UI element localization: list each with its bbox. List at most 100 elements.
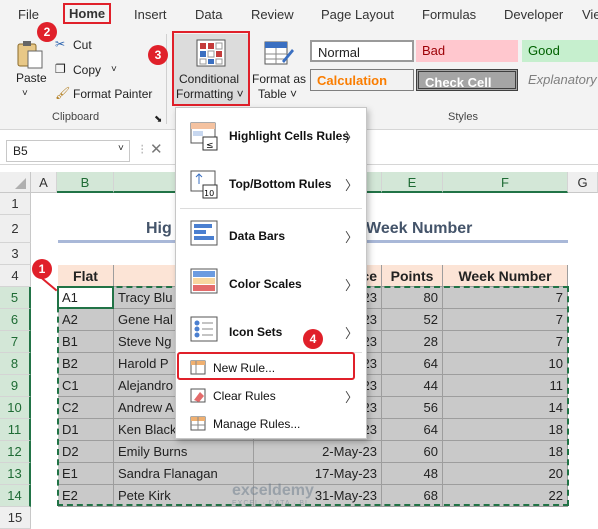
tab-review[interactable]: Review [251, 7, 294, 22]
row-header-1[interactable]: 1 [0, 193, 31, 215]
row-header-13[interactable]: 13 [0, 463, 31, 485]
cancel-icon[interactable]: ✕ [150, 140, 163, 158]
svg-text:≤: ≤ [206, 141, 214, 151]
format-painter-label: Format Painter [73, 87, 153, 101]
menu-separator [180, 208, 362, 209]
active-cell [57, 286, 114, 309]
style-normal[interactable]: Normal [310, 40, 414, 62]
sheet-title-right: Week Number [366, 220, 473, 237]
menu-topbottom-label: Top/Bottom Rules [229, 177, 332, 191]
copy-button[interactable]: ❐ Copy ˅ [55, 62, 145, 80]
chevron-right-icon: 〉 [344, 130, 358, 145]
tab-developer[interactable]: Developer [504, 7, 563, 22]
menu-item-icon-sets[interactable]: Icon Sets 〉 [176, 308, 366, 354]
row-header-14[interactable]: 14 [0, 485, 31, 507]
menu-highlight-label: Highlight Cells Rules [229, 129, 350, 143]
header-week-number[interactable]: Week Number [443, 265, 568, 287]
chevron-right-icon: 〉 [344, 230, 358, 245]
column-header-b[interactable]: B [57, 172, 114, 193]
ribbon-divider [166, 34, 167, 124]
sheet-title-left: Hig [146, 220, 172, 237]
format-as-table-button[interactable]: Format as Table ˅ [252, 34, 308, 104]
scissors-icon: ✂ [55, 37, 66, 51]
step-badge-4: 4 [303, 329, 323, 349]
row-header-11[interactable]: 11 [0, 419, 31, 441]
format-painter-button[interactable]: 🖌 Format Painter [55, 86, 155, 104]
chevron-right-icon: 〉 [344, 278, 358, 293]
tab-formulas[interactable]: Formulas [422, 7, 476, 22]
highlight-cells-icon: ≤ [190, 122, 218, 151]
data-bars-icon [190, 220, 218, 246]
menu-iconsets-label: Icon Sets [229, 325, 283, 339]
column-header-g[interactable]: G [568, 172, 598, 193]
menu-item-clear-rules[interactable]: Clear Rules 〉 [176, 384, 366, 408]
svg-text:10: 10 [204, 189, 214, 198]
ellipsis-icon: ⁝ [140, 141, 145, 157]
column-header-e[interactable]: E [382, 172, 443, 193]
cut-button[interactable]: ✂ Cut [55, 37, 135, 55]
name-box[interactable]: B5 [6, 140, 130, 162]
dialog-launcher-icon[interactable]: ⬊ [154, 112, 162, 127]
menu-databars-label: Data Bars [229, 229, 286, 243]
conditional-formatting-highlight [172, 31, 250, 106]
row-header-4[interactable]: 4 [0, 265, 31, 287]
format-as-table-label-line1: Format as [252, 72, 307, 86]
chevron-down-icon[interactable]: ˅ [118, 143, 124, 154]
menu-item-color-scales[interactable]: Color Scales 〉 [176, 260, 366, 306]
style-explanatory[interactable]: Explanatory ... [522, 69, 598, 91]
chevron-down-icon[interactable]: ˅ [22, 86, 28, 101]
column-header-a[interactable]: A [31, 172, 57, 193]
watermark-tagline: EXCEL · DATA · BI [232, 500, 308, 507]
menu-clearrules-label: Clear Rules [213, 389, 276, 403]
style-good[interactable]: Good [522, 40, 598, 62]
menu-item-manage-rules[interactable]: Manage Rules... [176, 412, 366, 436]
row-header-5[interactable]: 5 [0, 287, 31, 309]
tab-page-layout[interactable]: Page Layout [321, 7, 394, 22]
ribbon-tab-bar: File Home Insert Data Review Page Layout… [0, 0, 598, 30]
tab-file[interactable]: File [18, 7, 39, 22]
copy-icon: ❐ [55, 62, 66, 76]
chevron-down-icon: ˅ [111, 64, 117, 75]
chevron-right-icon: 〉 [344, 178, 358, 193]
color-scales-icon [190, 268, 218, 294]
column-header-f[interactable]: F [443, 172, 568, 193]
menu-item-highlight-cells-rules[interactable]: ≤ Highlight Cells Rules 〉 [176, 114, 366, 160]
conditional-formatting-menu: ≤ Highlight Cells Rules 〉 10 Top/Bottom … [175, 107, 367, 439]
clipboard-group-label: Clipboard [52, 111, 100, 123]
style-bad[interactable]: Bad [416, 40, 518, 62]
row-header-8[interactable]: 8 [0, 353, 31, 375]
chevron-right-icon: 〉 [344, 390, 358, 405]
style-calculation[interactable]: Calculation [310, 69, 414, 91]
new-rule-highlight [177, 352, 355, 380]
tab-data[interactable]: Data [195, 7, 222, 22]
copy-label: Copy [73, 63, 102, 77]
menu-item-data-bars[interactable]: Data Bars 〉 [176, 212, 366, 258]
step-badge-2: 2 [37, 22, 57, 42]
row-header-12[interactable]: 12 [0, 441, 31, 463]
menu-item-top-bottom-rules[interactable]: 10 Top/Bottom Rules 〉 [176, 162, 366, 208]
row-header-7[interactable]: 7 [0, 331, 31, 353]
tab-view[interactable]: View [582, 7, 598, 22]
header-flat[interactable]: Flat [58, 265, 114, 287]
eraser-icon [190, 388, 206, 403]
manage-rules-icon [190, 416, 206, 431]
step-badge-3: 3 [148, 45, 168, 65]
format-as-table-label-line2: Table ˅ [258, 87, 298, 101]
row-header-3[interactable]: 3 [0, 243, 31, 265]
select-all-corner[interactable] [0, 172, 31, 193]
paste-icon [17, 41, 43, 69]
row-header-6[interactable]: 6 [0, 309, 31, 331]
header-points[interactable]: Points [382, 265, 443, 287]
row-header-9[interactable]: 9 [0, 375, 31, 397]
style-check-cell[interactable]: Check Cell [416, 69, 518, 91]
row-header-15[interactable]: 15 [0, 507, 31, 529]
format-as-table-icon [264, 41, 294, 65]
row-header-2[interactable]: 2 [0, 215, 31, 243]
tab-insert[interactable]: Insert [134, 7, 167, 22]
styles-group-label: Styles [448, 111, 478, 123]
cut-label: Cut [73, 38, 92, 52]
top-bottom-icon: 10 [190, 170, 218, 199]
row-header-10[interactable]: 10 [0, 397, 31, 419]
tab-home[interactable]: Home [63, 3, 112, 24]
paste-button[interactable]: Paste [14, 40, 48, 88]
